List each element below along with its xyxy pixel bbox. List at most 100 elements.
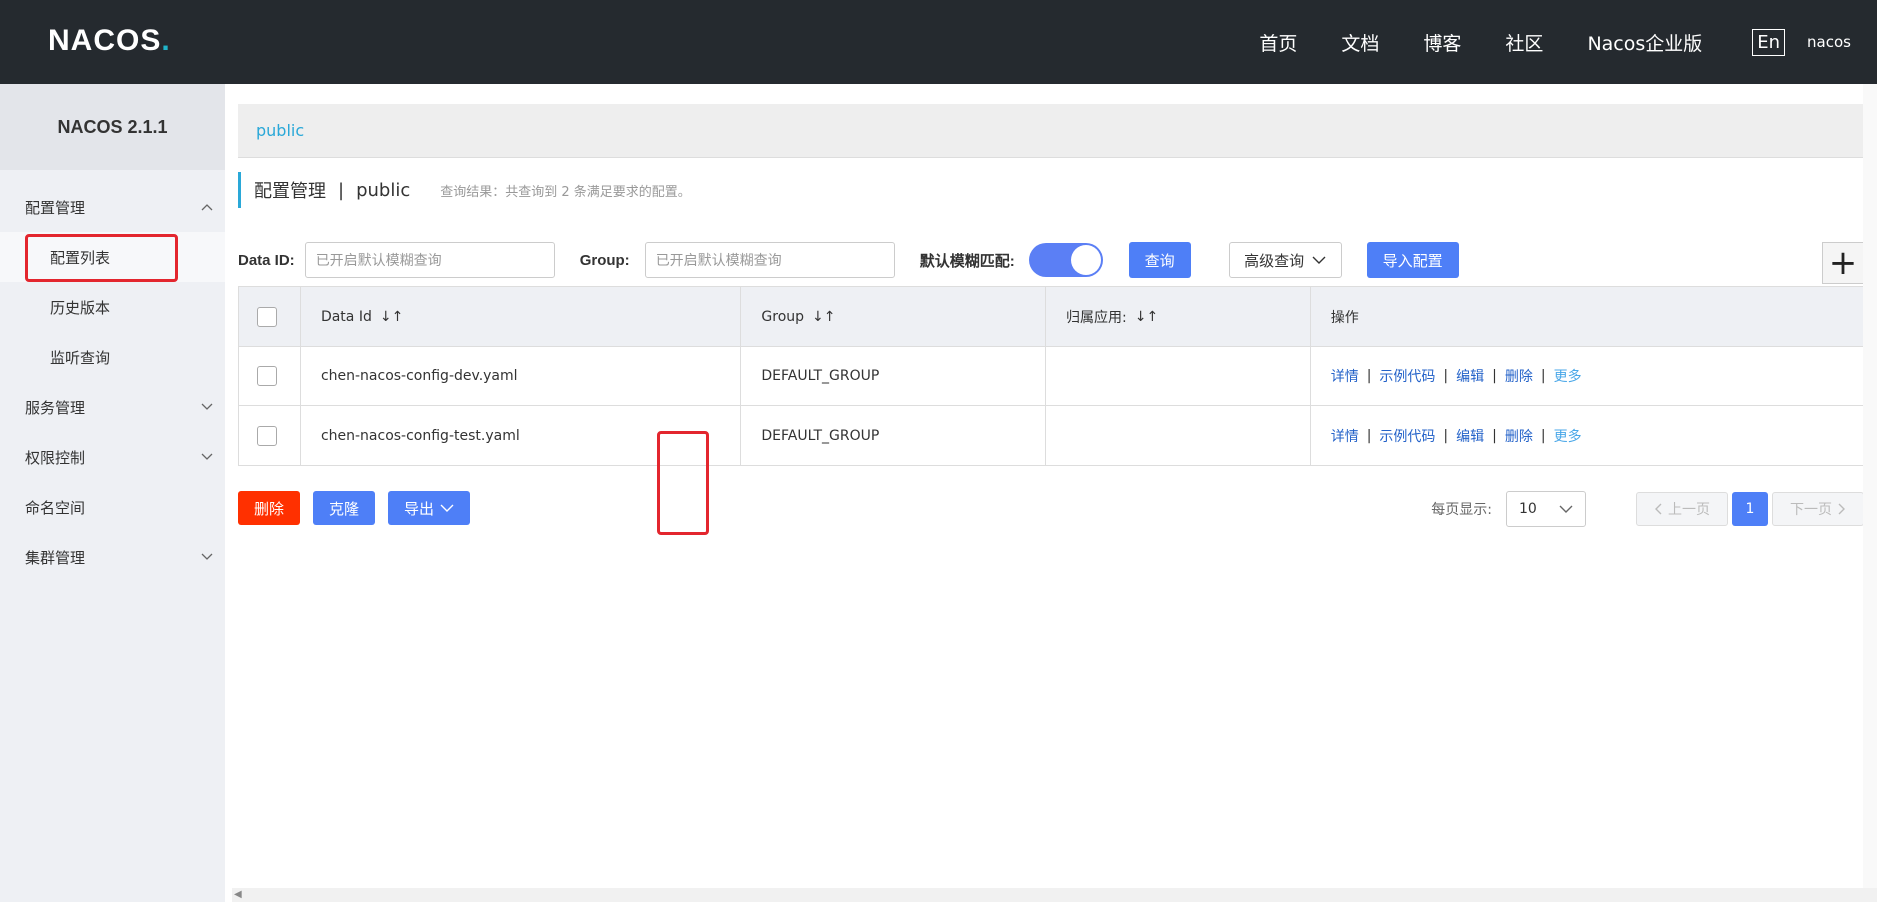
sort-icon[interactable]: ↓↑ (812, 309, 835, 325)
col-app[interactable]: 归属应用: ↓↑ (1046, 287, 1311, 346)
sidebar-item-cluster-management[interactable]: 集群管理 (0, 532, 225, 582)
per-page-select[interactable]: 10 (1506, 491, 1586, 527)
sidebar-item-service-management[interactable]: 服务管理 (0, 382, 225, 432)
horizontal-scrollbar[interactable]: ◀ (232, 888, 1877, 902)
op-separator: | (1540, 427, 1546, 444)
table-row: chen-nacos-config-test.yaml DEFAULT_GROU… (239, 406, 1865, 465)
nav-home[interactable]: 首页 (1237, 29, 1319, 56)
sort-icon[interactable]: ↓↑ (380, 309, 403, 325)
vertical-scrollbar[interactable] (1863, 84, 1877, 902)
next-page-button[interactable]: 下一页 (1772, 492, 1864, 526)
nav-docs[interactable]: 文档 (1319, 29, 1401, 56)
top-nav: 首页 文档 博客 社区 Nacos企业版 En nacos (1237, 0, 1877, 84)
namespace-public[interactable]: public (256, 121, 304, 140)
table-row: chen-nacos-config-dev.yaml DEFAULT_GROUP… (239, 347, 1865, 406)
table-header: Data Id ↓↑ Group ↓↑ 归属应用: ↓↑ 操作 (239, 287, 1865, 347)
col-label: 归属应用: (1066, 309, 1127, 326)
sidebar-item-label: 权限控制 (25, 448, 86, 467)
sidebar-item-label: 历史版本 (50, 298, 111, 317)
sort-icon[interactable]: ↓↑ (1135, 309, 1158, 325)
nav-enterprise[interactable]: Nacos企业版 (1565, 29, 1724, 56)
nav-blog[interactable]: 博客 (1401, 29, 1483, 56)
more-link[interactable]: 更多 (1554, 366, 1582, 386)
row-checkbox[interactable] (257, 425, 277, 446)
namespace-bar: public (238, 104, 1866, 158)
row-checkbox[interactable] (257, 366, 277, 386)
prev-page-button[interactable]: 上一页 (1636, 492, 1728, 526)
sidebar-item-config-list[interactable]: 配置列表 (0, 232, 225, 282)
op-separator: | (1443, 368, 1449, 384)
sidebar-item-namespace[interactable]: 命名空间 (0, 482, 225, 532)
sample-code-link[interactable]: 示例代码 (1379, 366, 1435, 386)
chevron-up-icon (201, 200, 213, 214)
nacos-logo[interactable]: NACOS. (48, 24, 171, 58)
col-label: 操作 (1330, 309, 1359, 326)
row-ops: 详情 | 示例代码 | 编辑 | 删除 | 更多 (1331, 366, 1582, 386)
nav-community[interactable]: 社区 (1483, 29, 1565, 56)
advanced-query-button[interactable]: 高级查询 (1228, 242, 1342, 278)
select-all-checkbox[interactable] (257, 306, 277, 327)
sidebar-item-label: 集群管理 (25, 548, 86, 567)
sidebar-item-label: 服务管理 (25, 398, 86, 417)
page-title-namespace: public (356, 179, 411, 201)
col-group[interactable]: Group ↓↑ (741, 287, 1047, 346)
more-link[interactable]: 更多 (1554, 426, 1582, 446)
side-menu: 配置管理 配置列表 历史版本 监听查询 服务管理 权限控制 命名空间 集群管理 (0, 182, 225, 582)
add-config-button[interactable]: + (1822, 242, 1864, 284)
top-header: NACOS. 首页 文档 博客 社区 Nacos企业版 En nacos (0, 0, 1877, 84)
cell-app (1046, 406, 1311, 465)
clone-button[interactable]: 克隆 (313, 491, 375, 525)
page-title-text: 配置管理 (254, 181, 326, 202)
title-separator: | (338, 179, 345, 201)
scroll-left-icon[interactable]: ◀ (234, 889, 242, 900)
op-separator: | (1492, 427, 1497, 444)
row-checkbox-cell (239, 347, 301, 405)
toggle-knob (1070, 245, 1101, 275)
delete-link[interactable]: 删除 (1505, 426, 1533, 446)
op-separator: | (1366, 427, 1372, 444)
sidebar-item-config-management[interactable]: 配置管理 (0, 182, 225, 232)
edit-link[interactable]: 编辑 (1456, 366, 1484, 386)
import-config-button[interactable]: 导入配置 (1366, 242, 1459, 278)
chevron-down-icon (201, 400, 213, 414)
chevron-down-icon (1559, 505, 1573, 513)
highlight-box (657, 431, 709, 535)
detail-link[interactable]: 详情 (1331, 366, 1359, 386)
fuzzy-match-toggle[interactable] (1028, 243, 1103, 277)
bulk-delete-button[interactable]: 删除 (238, 491, 300, 525)
group-placeholder: 已开启默认模糊查询 (655, 253, 782, 269)
edit-link[interactable]: 编辑 (1456, 426, 1484, 446)
sample-code-link[interactable]: 示例代码 (1379, 426, 1435, 446)
per-page-label: 每页显示: (1431, 502, 1492, 518)
sidebar-item-listener-query[interactable]: 监听查询 (0, 332, 225, 382)
col-data-id[interactable]: Data Id ↓↑ (301, 287, 742, 346)
cell-data-id: chen-nacos-config-dev.yaml (301, 347, 742, 405)
cell-operations: 详情 | 示例代码 | 编辑 | 删除 | 更多 (1311, 406, 1865, 465)
sidebar-item-access-control[interactable]: 权限控制 (0, 432, 225, 482)
col-label: Data Id (320, 308, 372, 325)
sidebar-item-history[interactable]: 历史版本 (0, 282, 225, 332)
op-separator: | (1443, 427, 1449, 444)
group-input[interactable]: 已开启默认模糊查询 (644, 242, 895, 278)
filter-bar: Data ID: 已开启默认模糊查询 Group: 已开启默认模糊查询 默认模糊… (238, 234, 1866, 286)
header-checkbox-cell (239, 287, 301, 346)
sidebar-item-label: 监听查询 (50, 348, 111, 367)
pagination: 每页显示: 10 上一页 1 下一页 (1431, 491, 1864, 527)
config-table: Data Id ↓↑ Group ↓↑ 归属应用: ↓↑ 操作 chen-nacos-… (238, 286, 1866, 466)
chevron-down-icon (440, 504, 454, 512)
chevron-down-icon (201, 550, 213, 564)
export-button[interactable]: 导出 (388, 491, 470, 525)
user-menu[interactable]: nacos (1807, 33, 1851, 51)
data-id-input[interactable]: 已开启默认模糊查询 (304, 242, 555, 278)
op-separator: | (1366, 368, 1372, 384)
cell-group: DEFAULT_GROUP (741, 406, 1047, 465)
page-1-button[interactable]: 1 (1732, 492, 1768, 526)
advanced-query-label: 高级查询 (1244, 251, 1305, 270)
detail-link[interactable]: 详情 (1331, 426, 1359, 446)
query-button[interactable]: 查询 (1128, 242, 1191, 278)
language-toggle[interactable]: En (1752, 28, 1786, 56)
cell-app (1046, 347, 1311, 405)
delete-link[interactable]: 删除 (1505, 366, 1533, 386)
sidebar-item-label: 命名空间 (25, 498, 86, 517)
sidebar: NACOS 2.1.1 配置管理 配置列表 历史版本 监听查询 服务管理 权限控… (0, 84, 225, 902)
